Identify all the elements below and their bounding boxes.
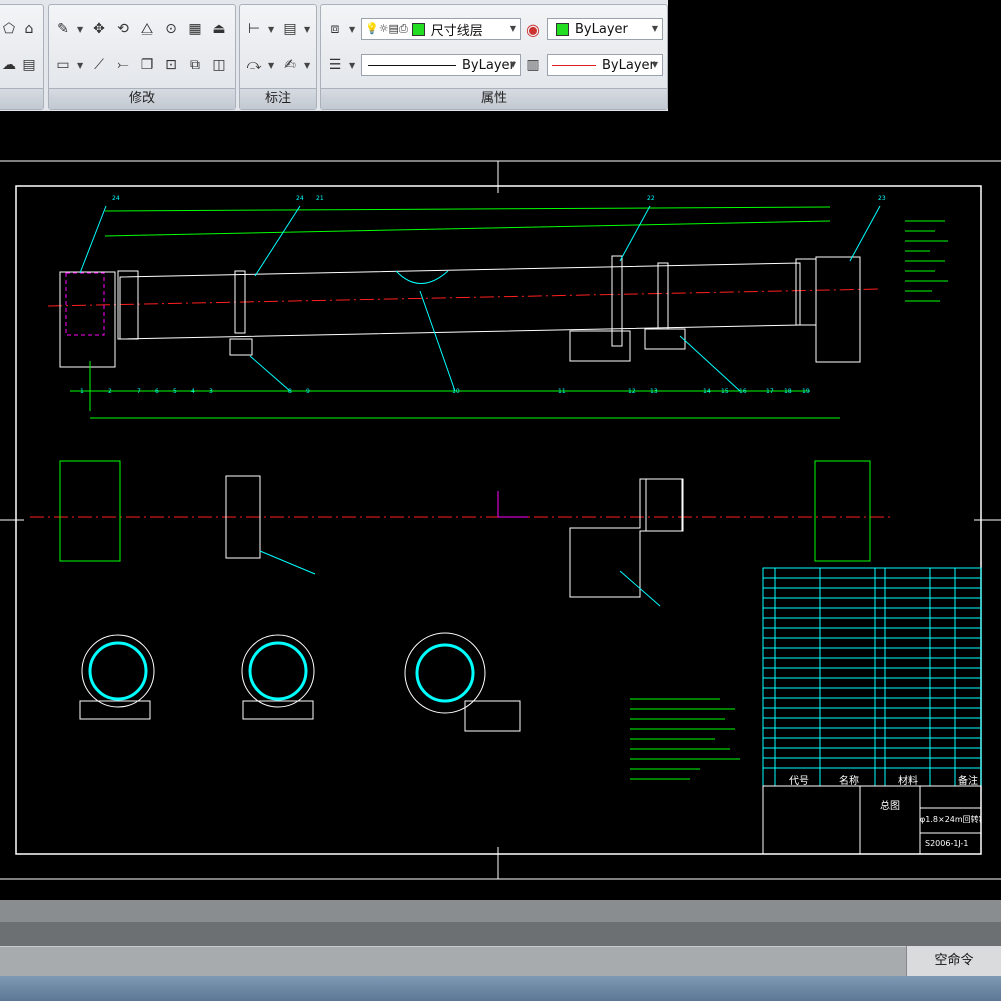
color-combo[interactable]: ByLayer ▼	[547, 18, 663, 40]
copy-icon[interactable]: ❐	[137, 55, 157, 75]
region-icon[interactable]: ⌂	[19, 19, 39, 39]
ribbon: ⬠ ⌂ ☁ ▤ ✎ ▼ ✥ ⟲ ⧋ ⊙ ▦ ⏏ ▭ ▼ ⟋ ⤚ ❐ ⊡ ⧉ ◫ …	[0, 0, 668, 111]
mirror-icon[interactable]: ⧋	[137, 19, 157, 39]
color-wheel-icon[interactable]: ◉	[523, 19, 543, 39]
linetype-preview-line	[368, 64, 456, 66]
parts-list	[762, 567, 982, 787]
fillet-icon[interactable]: ⏏	[209, 19, 229, 39]
linetype-combo[interactable]: ByLayer ▼	[361, 54, 521, 76]
properties-panel-label: 属性	[321, 88, 667, 109]
lineweight-combo[interactable]: ByLayer ▼	[547, 54, 663, 76]
lineweight-combo-arrow-icon[interactable]: ▼	[652, 60, 658, 69]
layer-properties-dropdown-icon[interactable]: ▼	[349, 25, 355, 34]
mtext-icon[interactable]: ✍	[280, 55, 300, 75]
annotation-panel: ⊢ ▼ ▤ ▼ ⤼ ▼ ✍ ▼ 标注	[239, 4, 317, 110]
layer-combo-value: 尺寸线层	[430, 23, 483, 39]
multileader-dropdown-icon[interactable]: ▼	[268, 61, 274, 70]
lineweight-preview-line	[552, 64, 596, 66]
command-line[interactable]	[0, 922, 1001, 946]
rectangle-dropdown-icon[interactable]: ▼	[77, 61, 83, 70]
rectangle-icon[interactable]: ▭	[53, 55, 73, 75]
color-combo-arrow-icon[interactable]: ▼	[652, 24, 658, 33]
lineweight-combo-value: ByLayer	[602, 57, 655, 73]
array-icon[interactable]: ▦	[185, 19, 205, 39]
multileader-icon[interactable]: ⤼	[244, 55, 264, 75]
lineweight-icon[interactable]: ☰	[325, 55, 345, 75]
layer-color-swatch	[411, 22, 425, 36]
os-taskbar	[0, 976, 1001, 1001]
parts-list-header: 代号 名称 材料 备注	[763, 769, 981, 787]
side-notes	[905, 220, 948, 302]
foundation-plan	[30, 417, 890, 607]
kiln-elevation	[47, 205, 881, 411]
status-bar	[0, 946, 1001, 977]
mtext-dropdown-icon[interactable]: ▼	[304, 61, 310, 70]
layer-combo-arrow-icon[interactable]: ▼	[510, 24, 516, 33]
dimension-dropdown-icon[interactable]: ▼	[268, 25, 274, 34]
annotation-panel-label: 标注	[240, 88, 316, 109]
rotate-icon[interactable]: ⟲	[113, 19, 133, 39]
modify-panel-label: 修改	[49, 88, 235, 109]
explode-icon[interactable]: ◫	[209, 55, 229, 75]
color-swatch	[556, 22, 569, 36]
sheet-frame	[15, 185, 982, 855]
header-name: 名称	[839, 776, 859, 787]
trim-icon[interactable]: ⟋	[89, 55, 109, 75]
move-icon[interactable]: ✥	[89, 19, 109, 39]
header-material: 材料	[898, 776, 918, 787]
draw-panel-label	[0, 88, 43, 109]
brush-icon[interactable]: ✎	[53, 19, 73, 39]
linetype-combo-arrow-icon[interactable]: ▼	[510, 60, 516, 69]
layer-state-icons: 💡☼▤⎙	[365, 22, 408, 35]
drawing-canvas[interactable]: 24 24 21 22 23 1 2 7 6 5 4 3 8 9 10 11 1…	[0, 111, 1001, 900]
table-insert-icon[interactable]: ▤	[280, 19, 300, 39]
technical-notes	[630, 698, 740, 780]
brush-dropdown-icon[interactable]: ▼	[77, 25, 83, 34]
linetype-combo-value: ByLayer	[462, 57, 515, 73]
layer-combo[interactable]: 💡☼▤⎙ 尺寸线层 ▼	[361, 18, 521, 40]
header-code: 代号	[789, 776, 809, 787]
title-block-drawing-name: 总图	[880, 801, 900, 812]
scale-icon[interactable]: ⧉	[185, 55, 205, 75]
header-remark: 备注	[958, 776, 978, 787]
extend-icon[interactable]: ⤚	[113, 55, 133, 75]
offset-icon[interactable]: ⊙	[161, 19, 181, 39]
draw-panel: ⬠ ⌂ ☁ ▤	[0, 4, 44, 110]
lineweight-dropdown-icon[interactable]: ▼	[349, 61, 355, 70]
properties-panel: ⧈ ▼ 💡☼▤⎙ 尺寸线层 ▼ ◉ ByLayer ▼ ☰ ▼ ByLayer …	[320, 4, 668, 110]
color-combo-value: ByLayer	[575, 21, 628, 37]
section-views	[79, 632, 521, 732]
stretch-icon[interactable]: ⊡	[161, 55, 181, 75]
title-block-product: φ1.8×24m回转窑	[920, 815, 981, 824]
table-dropdown-icon[interactable]: ▼	[304, 25, 310, 34]
polygon-icon[interactable]: ⬠	[0, 19, 19, 39]
table-icon[interactable]: ▤	[19, 55, 39, 75]
modify-panel: ✎ ▼ ✥ ⟲ ⧋ ⊙ ▦ ⏏ ▭ ▼ ⟋ ⤚ ❐ ⊡ ⧉ ◫ 修改	[48, 4, 236, 110]
list-icon[interactable]: ▥	[523, 55, 543, 75]
command-history[interactable]	[0, 900, 1001, 922]
revcloud-icon[interactable]: ☁	[0, 55, 19, 75]
title-block-drawing-no: S2006-1J-1	[925, 839, 969, 848]
command-prompt-label[interactable]: 空命令	[906, 946, 1001, 976]
linear-dimension-icon[interactable]: ⊢	[244, 19, 264, 39]
layer-properties-icon[interactable]: ⧈	[325, 19, 345, 39]
